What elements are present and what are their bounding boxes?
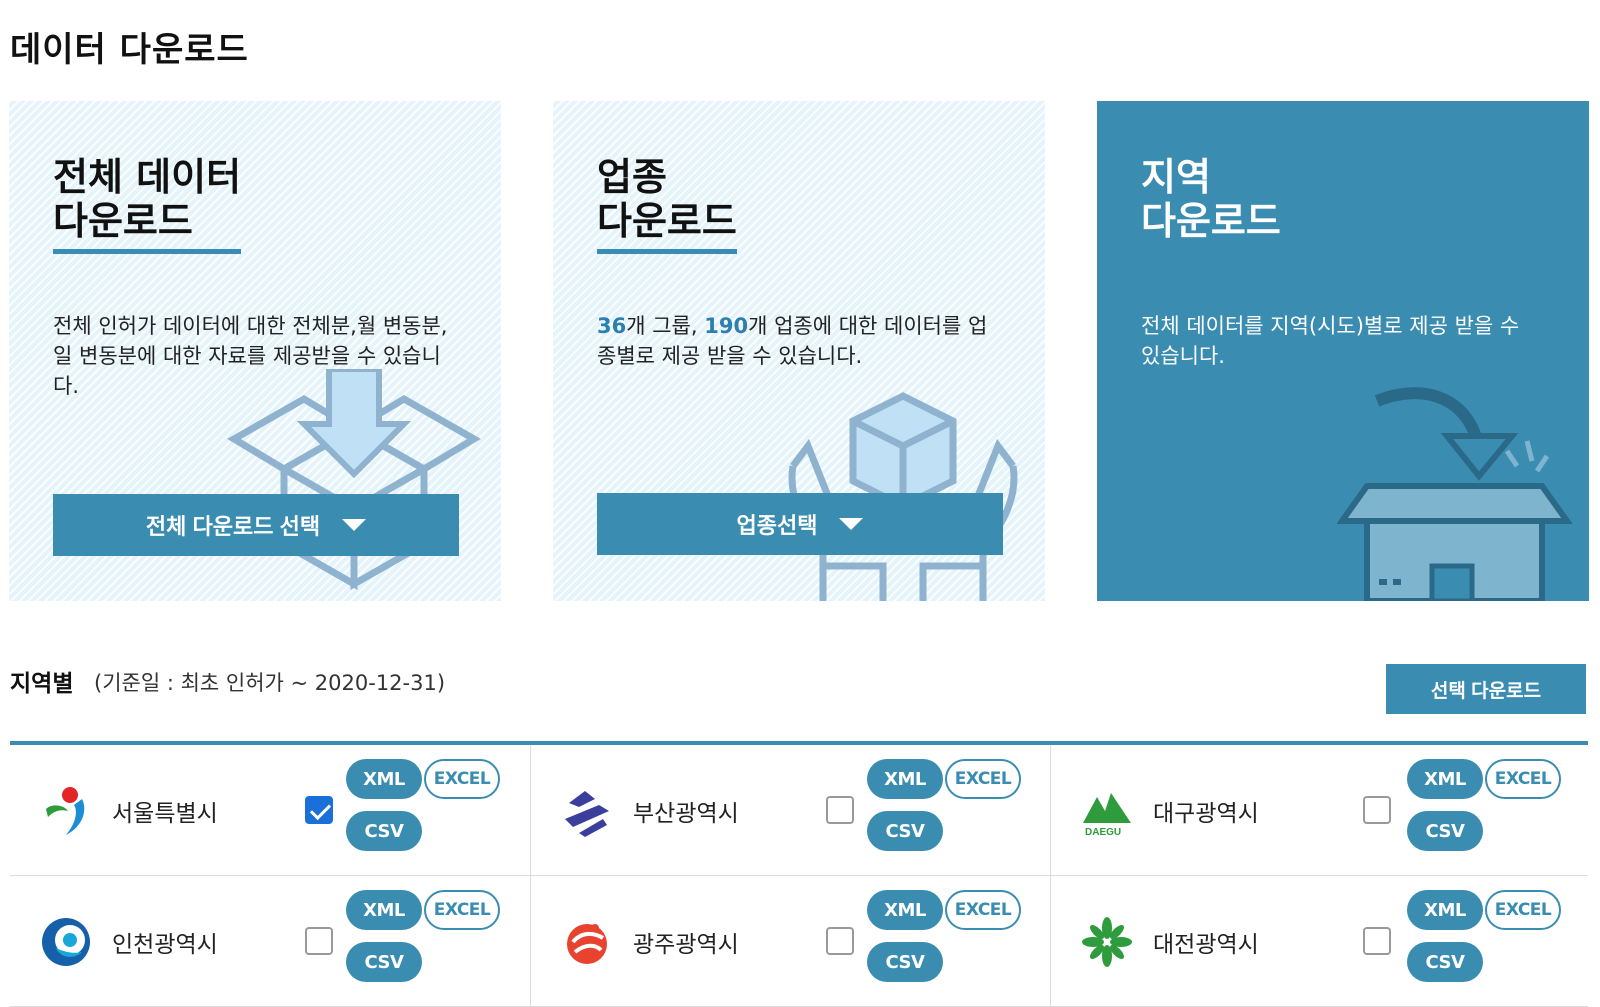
excel-download-button[interactable]: EXCEL — [424, 890, 500, 930]
csv-download-button[interactable]: CSV — [346, 811, 422, 851]
region-name: 서울특별시 — [112, 801, 218, 827]
region-checkbox[interactable] — [305, 796, 333, 824]
card-description: 전체 데이터를 지역(시도)별로 제공 받을 수 있습니다. — [1141, 314, 1520, 368]
region-name: 광주광역시 — [633, 932, 739, 958]
region-base-date: (기준일 : 최초 인허가 ~ 2020-12-31) — [94, 671, 446, 695]
select-download-button[interactable]: 선택 다운로드 — [1386, 664, 1586, 714]
region-name: 부산광역시 — [633, 801, 739, 827]
button-label: 전체 다운로드 선택 — [145, 514, 321, 539]
region-name: 대전광역시 — [1153, 932, 1259, 958]
busan-logo-icon — [565, 791, 609, 837]
region-cell: 인천광역시 XML EXCEL CSV — [10, 876, 530, 1006]
region-cell: DAEGU 대구광역시 XML EXCEL CSV — [1050, 745, 1588, 875]
region-heading: 지역별 — [10, 671, 74, 697]
region-checkbox[interactable] — [305, 927, 333, 955]
all-download-select-button[interactable]: 전체 다운로드 선택 — [53, 494, 459, 556]
card-description: 전체 인허가 데이터에 대한 전체분,월 변동분, 일 변동분에 대한 자료를 … — [53, 314, 448, 398]
excel-download-button[interactable]: EXCEL — [1485, 759, 1561, 799]
region-name: 인천광역시 — [112, 932, 218, 958]
daegu-logo-icon: DAEGU — [1083, 793, 1131, 838]
desc-text-1: 개 그룹, — [626, 314, 705, 338]
page-title: 데이터 다운로드 — [10, 30, 249, 70]
table-row: 서울특별시 XML EXCEL CSV 부산광역시 XML EXCEL CSV … — [10, 745, 1588, 876]
xml-download-button[interactable]: XML — [346, 759, 422, 799]
csv-download-button[interactable]: CSV — [1407, 811, 1483, 851]
csv-download-button[interactable]: CSV — [1407, 942, 1483, 982]
house-arrow-icon — [1337, 387, 1573, 601]
card-description: 36개 그룹, 190개 업종에 대한 데이터를 업종별로 제공 받을 수 있습… — [597, 311, 997, 371]
svg-text:DAEGU: DAEGU — [1085, 827, 1121, 838]
xml-download-button[interactable]: XML — [346, 890, 422, 930]
region-cell: 서울특별시 XML EXCEL CSV — [10, 745, 530, 875]
excel-download-button[interactable]: EXCEL — [945, 759, 1021, 799]
region-name: 대구광역시 — [1153, 801, 1259, 827]
box-download-icon — [227, 369, 481, 591]
card-region-download[interactable]: 지역 다운로드 전체 데이터를 지역(시도)별로 제공 받을 수 있습니다. — [1097, 101, 1589, 601]
excel-download-button[interactable]: EXCEL — [1485, 890, 1561, 930]
xml-download-button[interactable]: XML — [867, 890, 943, 930]
card-title: 지역 다운로드 — [1141, 155, 1281, 254]
region-checkbox[interactable] — [826, 927, 854, 955]
region-checkbox[interactable] — [1363, 796, 1391, 824]
caret-down-icon — [839, 518, 864, 530]
csv-download-button[interactable]: CSV — [867, 942, 943, 982]
industry-select-button[interactable]: 업종선택 — [597, 493, 1003, 555]
group-count: 36 — [597, 314, 627, 338]
industry-count: 190 — [704, 314, 749, 338]
xml-download-button[interactable]: XML — [867, 759, 943, 799]
xml-download-button[interactable]: XML — [1407, 890, 1483, 930]
daejeon-logo-icon — [1082, 917, 1132, 967]
excel-download-button[interactable]: EXCEL — [424, 759, 500, 799]
region-cell: 부산광역시 XML EXCEL CSV — [530, 745, 1050, 875]
card-title: 업종 다운로드 — [597, 155, 737, 254]
table-row: 인천광역시 XML EXCEL CSV 광주광역시 XML EXCEL CSV — [10, 876, 1588, 1007]
region-cell: 광주광역시 XML EXCEL CSV — [530, 876, 1050, 1006]
card-all-download[interactable]: 전체 데이터 다운로드 전체 인허가 데이터에 대한 전체분,월 변동분, 일 … — [9, 101, 501, 601]
csv-download-button[interactable]: CSV — [867, 811, 943, 851]
card-industry-download[interactable]: 업종 다운로드 36개 그룹, 190개 업종에 대한 데이터를 업종별로 제공… — [553, 101, 1045, 601]
region-cell: 대전광역시 XML EXCEL CSV — [1050, 876, 1588, 1006]
xml-download-button[interactable]: XML — [1407, 759, 1483, 799]
seoul-logo-icon — [46, 787, 85, 835]
excel-download-button[interactable]: EXCEL — [945, 890, 1021, 930]
incheon-logo-icon — [42, 918, 90, 966]
region-checkbox[interactable] — [1363, 927, 1391, 955]
region-table: 서울특별시 XML EXCEL CSV 부산광역시 XML EXCEL CSV … — [10, 741, 1588, 1007]
card-title: 전체 데이터 다운로드 — [53, 155, 242, 254]
gwangju-logo-icon — [567, 924, 607, 964]
region-checkbox[interactable] — [826, 796, 854, 824]
csv-download-button[interactable]: CSV — [346, 942, 422, 982]
button-label: 업종선택 — [736, 513, 818, 538]
caret-down-icon — [342, 519, 367, 531]
